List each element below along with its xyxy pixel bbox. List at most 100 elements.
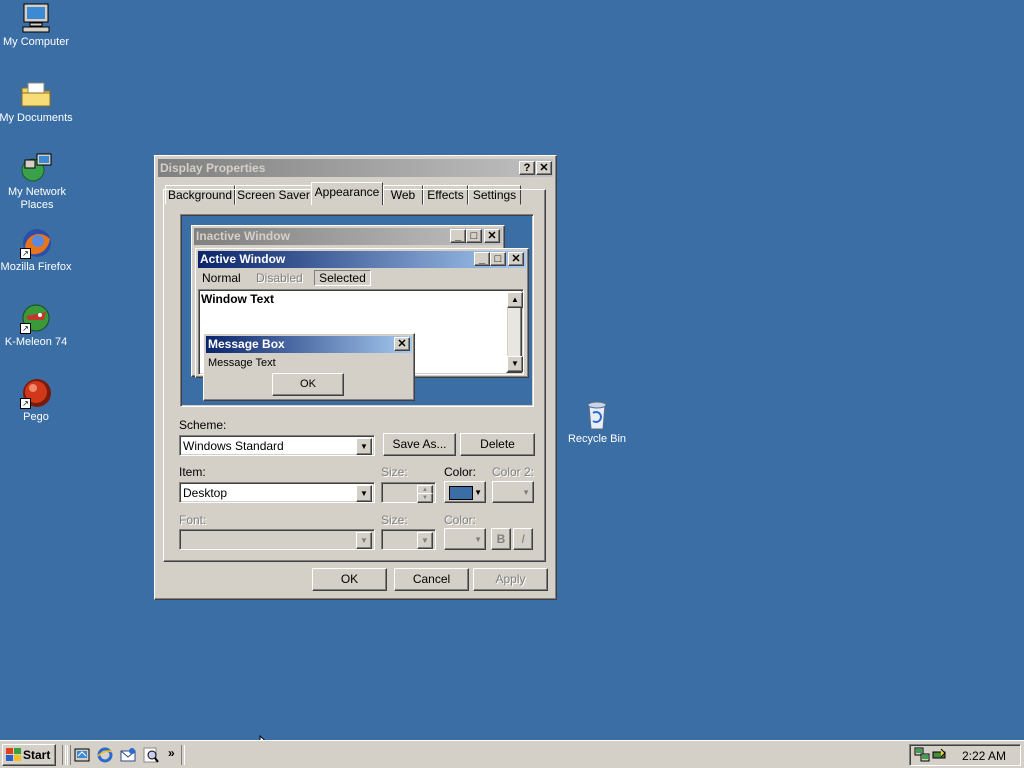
button-label: OK (300, 378, 316, 390)
apply-button[interactable]: Apply (473, 568, 548, 591)
network-icon (21, 152, 53, 184)
internet-explorer-icon[interactable] (97, 747, 113, 763)
inactive-window-title: Inactive Window (196, 229, 290, 243)
taskbar: Start » 2:22 AM (0, 740, 1024, 768)
msgbox-text: Message Text (208, 357, 276, 369)
desktop-icon-recycle-bin[interactable]: Recycle Bin (559, 399, 635, 446)
font-size-select: ▼ (381, 529, 436, 550)
desktop-icon-label: Pego (23, 411, 49, 423)
color-picker-button[interactable]: ▼ (444, 481, 486, 503)
item-label: Item: (179, 465, 206, 479)
folder-documents-icon (20, 78, 52, 110)
ok-button[interactable]: OK (312, 568, 387, 591)
chevron-down-icon: ▼ (474, 488, 482, 497)
scheme-label: Scheme: (179, 418, 227, 432)
minimize-icon: _ (474, 252, 490, 266)
color-swatch (449, 486, 473, 500)
msgbox-titlebar: Message Box ✕ (206, 336, 412, 353)
menu-selected: Selected (314, 270, 371, 286)
font-select: ▼ (179, 529, 375, 550)
outlook-express-icon[interactable] (120, 747, 136, 763)
system-tray: 2:22 AM (909, 744, 1021, 766)
help-button[interactable]: ? (519, 161, 535, 175)
quicklaunch-divider (62, 745, 66, 765)
maximize-icon: □ (490, 252, 506, 266)
bold-button: B (491, 528, 511, 550)
close-icon: ✕ (508, 252, 524, 266)
italic-icon: I (521, 532, 525, 546)
button-label: Save As... (392, 437, 447, 451)
color-label: Color: (444, 465, 477, 479)
chevron-down-icon[interactable]: ▼ (356, 438, 372, 455)
italic-button: I (513, 528, 533, 550)
window-titlebar[interactable]: Display Properties ? ✕ (158, 159, 553, 177)
windows-logo-icon (6, 748, 21, 761)
start-label: Start (23, 748, 51, 762)
display-properties-window: Display Properties ? ✕ Background Screen… (154, 155, 557, 600)
chevron-down-icon: ▼ (417, 532, 433, 549)
close-icon: ✕ (539, 162, 549, 174)
tab-appearance[interactable]: Appearance (311, 182, 383, 205)
menu-normal: Normal (202, 271, 241, 285)
close-icon: ✕ (484, 229, 500, 243)
desktop-icon-label: My Documents (0, 112, 73, 124)
color2-label: Color 2: (492, 465, 535, 479)
safely-remove-tray-icon[interactable] (931, 747, 947, 763)
button-label: OK (340, 572, 359, 586)
recycle-bin-icon (581, 399, 613, 431)
close-button[interactable]: ✕ (536, 161, 552, 175)
desktop-icon-my-documents[interactable]: My Documents (0, 78, 74, 125)
desktop-icon-label: My Computer (2, 36, 70, 48)
color2-picker-button: ▼ (492, 481, 534, 503)
active-window-title: Active Window (200, 252, 286, 266)
cancel-button[interactable]: Cancel (394, 568, 469, 591)
preview-scrollbar-track: ▲ ▼ (506, 291, 523, 373)
font-size-label: Size: (381, 513, 408, 527)
size-label: Size: (381, 465, 408, 479)
desktop-icon-label: My Network Places (7, 186, 67, 211)
button-label: Delete (480, 437, 515, 451)
font-label: Font: (179, 513, 207, 527)
desktop-icon-k-meleon[interactable]: ↗ K-Meleon 74 (0, 302, 74, 349)
bold-icon: B (496, 532, 506, 546)
quicklaunch-chevron[interactable]: » (168, 746, 175, 760)
window-title: Display Properties (160, 161, 266, 175)
item-select[interactable]: Desktop ▼ (179, 482, 375, 503)
msgbox-title: Message Box (208, 337, 285, 351)
desktop-icon-label: Recycle Bin (567, 433, 627, 445)
show-desktop-icon[interactable] (74, 747, 90, 763)
help-icon: ? (523, 162, 531, 174)
active-titlebar: Active Window _ □ ✕ (198, 251, 526, 268)
computer-icon (20, 2, 52, 34)
maximize-icon: □ (466, 229, 482, 243)
quicklaunch-grip (67, 745, 71, 765)
chevron-down-icon: ▼ (522, 488, 530, 497)
appearance-preview[interactable]: Inactive Window _ □ ✕ Active Window _ □ … (180, 214, 534, 407)
delete-button[interactable]: Delete (460, 433, 535, 456)
item-size-spinner: ▲ ▼ (381, 482, 436, 503)
minimize-icon: _ (450, 229, 466, 243)
desktop-icon-firefox[interactable]: ↗ Mozilla Firefox (0, 227, 74, 274)
chevron-down-icon[interactable]: ▼ (356, 485, 372, 502)
search-icon[interactable] (143, 747, 159, 763)
desktop-icon-label: Mozilla Firefox (0, 261, 72, 273)
inactive-titlebar: Inactive Window _ □ ✕ (194, 228, 502, 245)
spinner-down-icon: ▼ (417, 493, 433, 503)
scheme-select[interactable]: Windows Standard ▼ (179, 435, 375, 456)
pego-icon: ↗ (20, 377, 52, 409)
menu-disabled: Disabled (256, 271, 303, 285)
k-meleon-icon: ↗ (20, 302, 52, 334)
scroll-up-icon: ▲ (507, 292, 523, 308)
close-icon: ✕ (394, 337, 410, 351)
clock[interactable]: 2:22 AM (962, 749, 1006, 763)
start-button[interactable]: Start (2, 744, 56, 766)
desktop-icon-pego[interactable]: ↗ Pego (0, 377, 74, 424)
save-as-button[interactable]: Save As... (383, 433, 456, 456)
desktop-icon-my-computer[interactable]: My Computer (0, 2, 74, 49)
button-label: Cancel (412, 572, 451, 586)
preview-menu: Normal Disabled Selected (200, 270, 371, 286)
network-tray-icon[interactable] (914, 747, 930, 763)
shortcut-arrow-icon: ↗ (20, 323, 31, 334)
appearance-panel: Inactive Window _ □ ✕ Active Window _ □ … (163, 189, 546, 562)
desktop-icon-network-places[interactable]: My Network Places (0, 152, 76, 212)
